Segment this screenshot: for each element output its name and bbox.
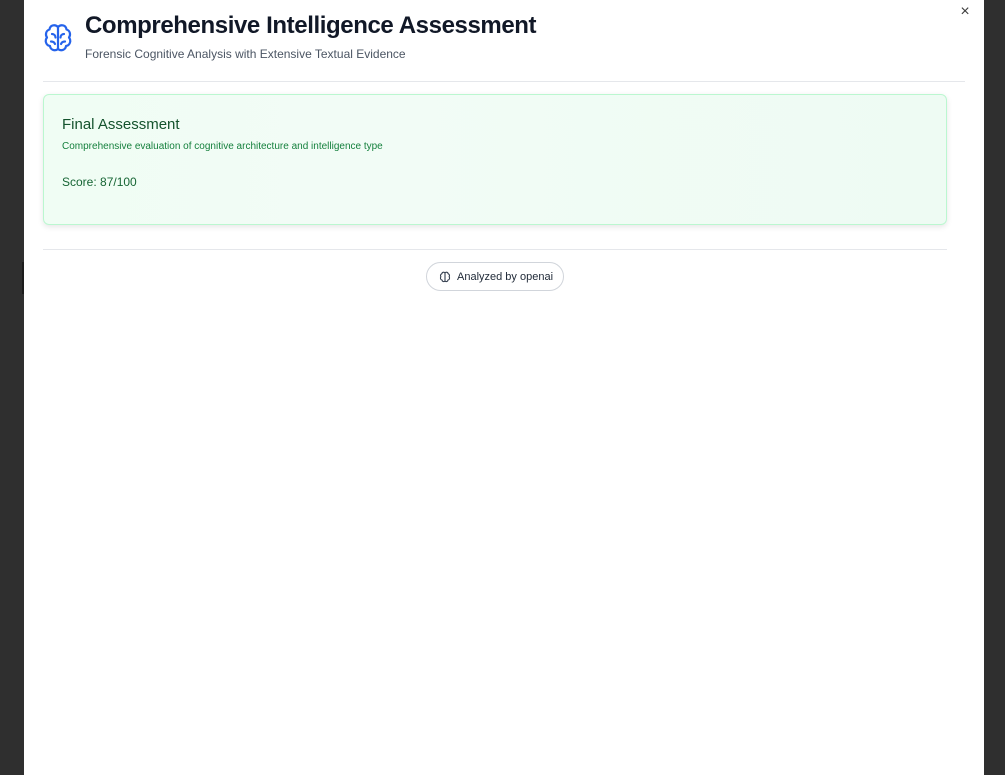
final-assessment-description: Comprehensive evaluation of cognitive ar… — [62, 141, 383, 152]
footer-divider — [43, 249, 947, 250]
header-divider — [43, 81, 965, 82]
brain-icon — [439, 271, 451, 282]
final-assessment-title: Final Assessment — [62, 116, 180, 133]
close-button[interactable]: × — [955, 3, 975, 21]
dialog-title: Comprehensive Intelligence Assessment — [85, 12, 537, 39]
final-assessment-card: Final Assessment Comprehensive evaluatio… — [43, 94, 947, 225]
final-assessment-score: Score: 87/100 — [62, 175, 137, 189]
dialog-subtitle: Forensic Cognitive Analysis with Extensi… — [85, 47, 406, 61]
brain-icon — [44, 24, 72, 52]
analyzed-by-badge: Analyzed by openai — [426, 262, 564, 291]
assessment-dialog: × Comprehensive Intelligence Assessment … — [24, 0, 984, 775]
analyzed-by-label: Analyzed by openai — [457, 270, 554, 283]
